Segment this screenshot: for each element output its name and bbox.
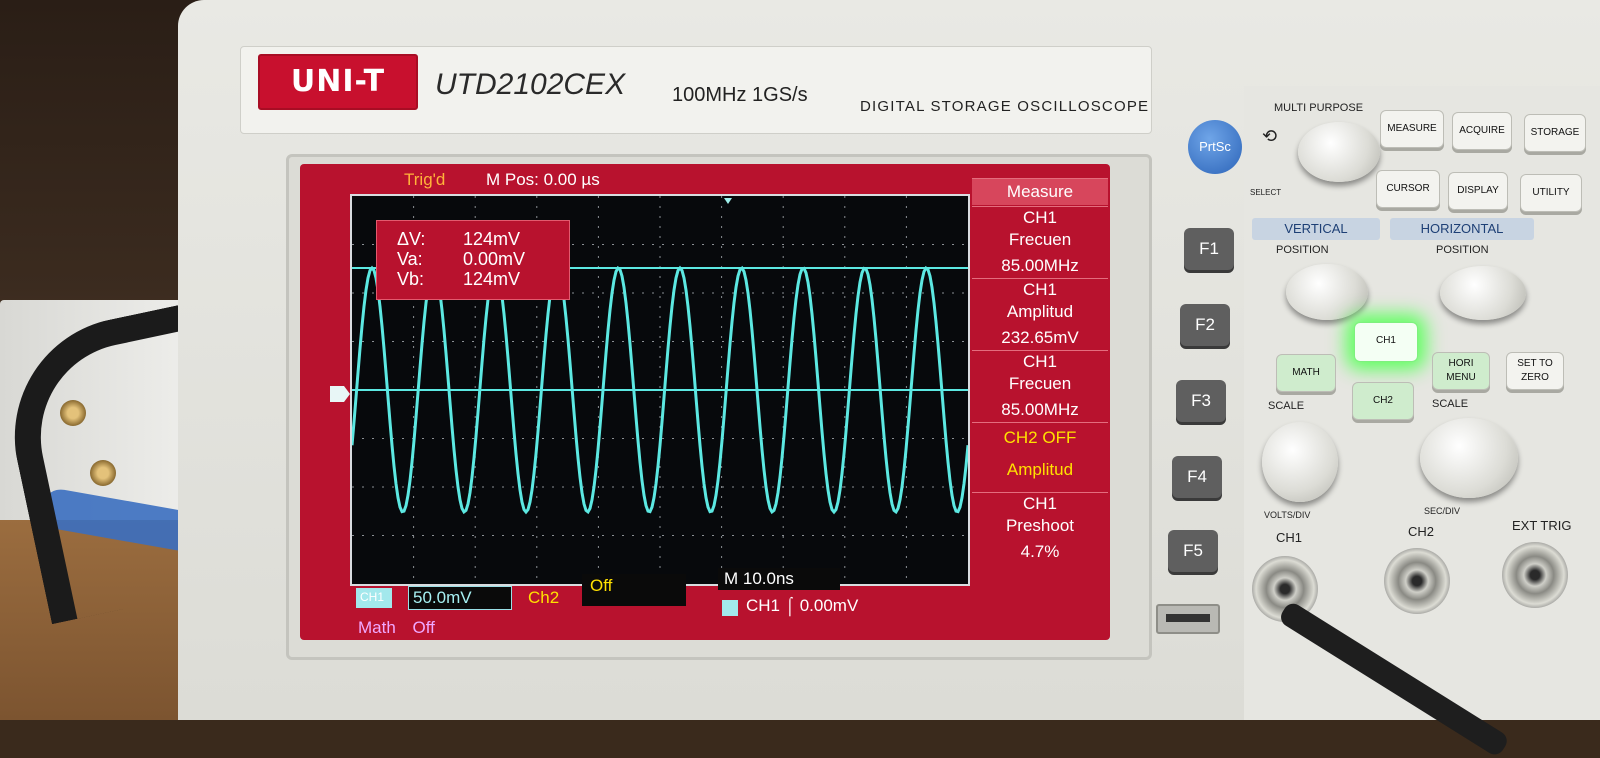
trigger-status: Trig'd — [404, 170, 446, 189]
vertical-position-knob[interactable] — [1286, 264, 1368, 320]
va-label: Va: — [397, 249, 423, 269]
horizontal-scale-label: SCALE — [1432, 398, 1469, 410]
delta-v-value: 124mV — [463, 229, 521, 249]
menu-item-1-channel: CH1 — [1022, 208, 1057, 227]
math-state: Off — [412, 618, 435, 637]
math-button[interactable]: MATH — [1276, 354, 1336, 392]
cursor-readout: ΔV: 124mV Va: 0.00mV Vb: 124mV — [376, 220, 570, 300]
ch2-button[interactable]: CH2 — [1352, 382, 1414, 420]
menu-item-1[interactable]: CH1 Frecuen 85.00MHz — [972, 206, 1108, 277]
menu-item-3-channel: CH1 — [1022, 352, 1057, 371]
menu-item-5[interactable]: CH1 Preshoot 4.7% — [972, 492, 1108, 563]
f5-button[interactable]: F5 — [1168, 530, 1218, 572]
menu-item-4-type: Amplitud — [1006, 460, 1074, 479]
menu-item-4[interactable]: CH2 OFF Amplitud — [972, 422, 1108, 491]
sec-div-label: SEC/DIV — [1424, 506, 1461, 516]
status-bar: CH1 50.0mV Ch2 Off M 10.0ns CH1 ⌠ 0.00mV… — [300, 566, 1110, 640]
trigger-position-marker — [724, 198, 732, 204]
ch1-tag-label: CH1 — [360, 590, 385, 604]
vertical-scale-label: SCALE — [1268, 400, 1305, 412]
ch1-button[interactable]: CH1 — [1354, 322, 1418, 362]
menu-item-1-type: Frecuen — [1008, 230, 1072, 249]
ext-trig-label: EXT TRIG — [1512, 518, 1572, 533]
model-spec: 100MHz 1GS/s — [672, 84, 808, 106]
set-to-zero-button[interactable]: SET TO ZERO — [1506, 352, 1564, 390]
f1-button[interactable]: F1 — [1184, 228, 1234, 270]
multipurpose-label: MULTI PURPOSE — [1274, 102, 1364, 114]
vb-label: Vb: — [397, 269, 425, 289]
ch2-label: Ch2 — [528, 588, 560, 607]
usb-port[interactable] — [1156, 604, 1220, 634]
acquire-button[interactable]: ACQUIRE — [1452, 112, 1512, 150]
ch1-ground-marker — [330, 386, 350, 402]
math-status: Math Off — [358, 618, 435, 638]
vb-value: 124mV — [463, 269, 521, 289]
device-description: DIGITAL STORAGE OSCILLOSCOPE — [860, 98, 1150, 115]
menu-item-3-value: 85.00MHz — [1001, 400, 1079, 419]
menu-item-3[interactable]: CH1 Frecuen 85.00MHz — [972, 350, 1108, 421]
ch2-bnc-connector[interactable] — [1384, 548, 1450, 614]
hori-menu-button[interactable]: HORI MENU — [1432, 352, 1490, 390]
storage-button[interactable]: STORAGE — [1524, 114, 1586, 152]
volts-div-knob[interactable] — [1262, 422, 1338, 502]
multipurpose-knob[interactable] — [1298, 122, 1380, 182]
display-screen: Trig'd M Pos: 0.00 µs ΔV: 124mV Va: 0.00… — [300, 164, 1110, 640]
menu-title: Measure — [972, 178, 1108, 205]
menu-item-1-value: 85.00MHz — [1001, 256, 1079, 275]
brand-logo: UNI-T — [258, 54, 418, 110]
menu-item-2-channel: CH1 — [1022, 280, 1057, 299]
m-position: M Pos: 0.00 µs — [486, 170, 600, 189]
menu-item-5-value: 4.7% — [1020, 542, 1060, 561]
prtsc-button[interactable]: PrtSc — [1188, 120, 1242, 174]
f4-button[interactable]: F4 — [1172, 456, 1222, 498]
menu-item-5-type: Preshoot — [1005, 516, 1075, 535]
ch1-input-label: CH1 — [1276, 530, 1303, 545]
ch1-tag: CH1 — [356, 588, 392, 608]
vertical-position-label: POSITION — [1276, 244, 1329, 256]
rotate-icon: ⟲ — [1262, 126, 1278, 146]
utility-button[interactable]: UTILITY — [1520, 174, 1582, 212]
select-label: SELECT — [1250, 188, 1282, 197]
ch2-input-label: CH2 — [1408, 524, 1435, 539]
volts-div-label: VOLTS/DIV — [1264, 510, 1311, 520]
f3-button[interactable]: F3 — [1176, 380, 1226, 422]
ch1-scale: 50.0mV — [408, 586, 512, 610]
display-button[interactable]: DISPLAY — [1448, 172, 1508, 210]
model-name: UTD2102CEX — [435, 68, 626, 101]
f2-button[interactable]: F2 — [1180, 304, 1230, 346]
menu-item-2[interactable]: CH1 Amplitud 232.65mV — [972, 278, 1108, 349]
sec-div-knob[interactable] — [1420, 418, 1518, 498]
timebase: M 10.0ns — [718, 568, 840, 590]
horizontal-position-label: POSITION — [1436, 244, 1489, 256]
measure-menu: Measure CH1 Frecuen 85.00MHz CH1 Amplitu… — [972, 178, 1108, 586]
vertical-section-label: VERTICAL — [1252, 218, 1380, 240]
horizontal-position-knob[interactable] — [1440, 266, 1526, 320]
ch2-state: Off — [582, 574, 686, 606]
horizontal-section-label: HORIZONTAL — [1390, 218, 1534, 240]
cursor-button[interactable]: CURSOR — [1376, 170, 1440, 208]
ext-trig-bnc-connector[interactable] — [1502, 542, 1568, 608]
menu-item-2-value: 232.65mV — [1001, 328, 1079, 347]
measure-button[interactable]: MEASURE — [1380, 110, 1444, 148]
menu-item-5-channel: CH1 — [1022, 494, 1057, 513]
menu-item-3-type: Frecuen — [1008, 374, 1072, 393]
math-label: Math — [358, 618, 396, 637]
delta-v-label: ΔV: — [397, 229, 426, 249]
trigger-source-icon — [722, 600, 738, 616]
va-value: 0.00mV — [463, 249, 526, 269]
trigger-setting: CH1 ⌠ 0.00mV — [746, 596, 859, 615]
menu-item-2-type: Amplitud — [1006, 302, 1074, 321]
menu-item-4-channel: CH2 OFF — [1003, 428, 1077, 447]
